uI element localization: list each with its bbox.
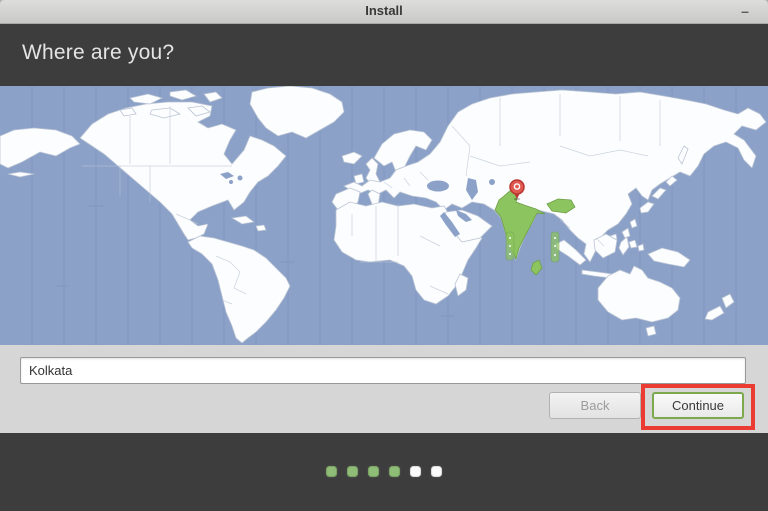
page-title: Where are you? [22, 41, 175, 64]
footer [0, 433, 768, 511]
progress-dot [326, 466, 337, 477]
world-map-svg [0, 86, 768, 345]
progress-dot [347, 466, 358, 477]
titlebar: Install – [0, 0, 768, 24]
install-window: Install – Where are you? Kolkata Back Co… [0, 0, 768, 511]
location-input[interactable] [20, 357, 746, 384]
continue-button[interactable]: Continue [652, 392, 744, 419]
minimize-button[interactable]: – [734, 1, 756, 21]
form-area: Back Continue [0, 345, 768, 433]
page-header: Where are you? [0, 24, 768, 86]
progress-dot [389, 466, 400, 477]
window-title: Install [365, 3, 403, 18]
progress-dot [410, 466, 421, 477]
timezone-world-map[interactable] [0, 86, 768, 345]
progress-dot [368, 466, 379, 477]
progress-dots [0, 466, 768, 477]
back-button[interactable]: Back [549, 392, 641, 419]
progress-dot [431, 466, 442, 477]
